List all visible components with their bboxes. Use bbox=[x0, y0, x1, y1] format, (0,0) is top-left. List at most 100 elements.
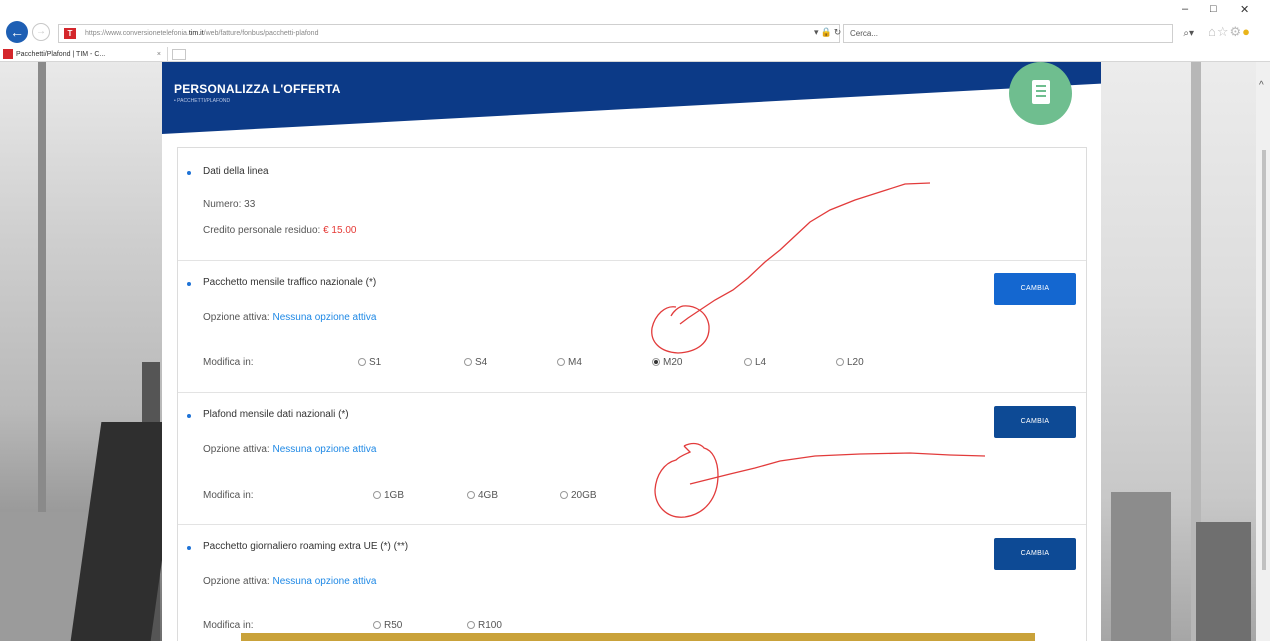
lock-icon[interactable]: 🔒 bbox=[821, 27, 834, 37]
credito-value: € 15.00 bbox=[323, 225, 357, 236]
numero-value: 33 bbox=[244, 199, 256, 210]
radio-label: L20 bbox=[847, 357, 864, 368]
section-title: Plafond mensile dati nazionali (*) bbox=[203, 409, 349, 420]
roaming-section: Pacchetto giornaliero roaming extra UE (… bbox=[178, 525, 1086, 643]
numero-label: Numero: bbox=[203, 199, 242, 210]
active-option: Opzione attiva: Nessuna opzione attiva bbox=[203, 576, 376, 587]
section-title: Pacchetto mensile traffico nazionale (*) bbox=[203, 277, 377, 288]
national-data-section: Plafond mensile dati nazionali (*) CAMBI… bbox=[178, 393, 1086, 525]
bullet-icon bbox=[187, 546, 191, 550]
radio-m4[interactable]: M4 bbox=[557, 357, 582, 368]
bullet-icon bbox=[187, 171, 191, 175]
tab-close-icon[interactable]: × bbox=[157, 47, 161, 62]
star-icon[interactable]: ☆ bbox=[1217, 24, 1230, 39]
active-label: Opzione attiva: bbox=[203, 576, 270, 587]
radio-m20[interactable]: M20 bbox=[652, 357, 682, 368]
address-icons[interactable]: ▾🔒↻ bbox=[814, 27, 843, 38]
breadcrumb[interactable]: • PACCHETTI/PLAFOND bbox=[174, 98, 230, 104]
radio-label: M4 bbox=[568, 357, 582, 368]
line-credit: Credito personale residuo: € 15.00 bbox=[203, 225, 356, 236]
radio-l20[interactable]: L20 bbox=[836, 357, 864, 368]
radio-icon[interactable] bbox=[560, 491, 568, 499]
active-label: Opzione attiva: bbox=[203, 444, 270, 455]
radio-icon[interactable] bbox=[836, 358, 844, 366]
tim-favicon-icon: T bbox=[64, 28, 76, 39]
section-title: Dati della linea bbox=[203, 166, 269, 177]
offer-panel: Dati della linea Numero: 33 Credito pers… bbox=[177, 147, 1087, 641]
url-path: /web/fatture/fonbus/pacchetti-plafond bbox=[203, 30, 319, 37]
scroll-up-icon[interactable]: ^ bbox=[1259, 80, 1264, 91]
radio-s4[interactable]: S4 bbox=[464, 357, 487, 368]
radio-label: S1 bbox=[369, 357, 382, 368]
forward-arrow-icon[interactable]: → bbox=[32, 23, 50, 41]
radio-label: R50 bbox=[384, 620, 403, 631]
radio-label: 4GB bbox=[478, 490, 499, 501]
bullet-icon bbox=[187, 414, 191, 418]
line-number: Numero: 33 bbox=[203, 199, 255, 210]
scrollbar-thumb[interactable] bbox=[1262, 150, 1266, 570]
radio-icon[interactable] bbox=[467, 491, 475, 499]
radio-4gb[interactable]: 4GB bbox=[467, 490, 498, 501]
header-band bbox=[162, 62, 1101, 134]
minimize-button[interactable]: – bbox=[1182, 3, 1188, 15]
radio-label: S4 bbox=[475, 357, 488, 368]
tab-title: Pacchetti/Plafond | TIM - C... bbox=[16, 51, 106, 58]
maximize-button[interactable]: □ bbox=[1210, 3, 1217, 15]
radio-l4[interactable]: L4 bbox=[744, 357, 766, 368]
active-label: Opzione attiva: bbox=[203, 312, 270, 323]
radio-icon[interactable] bbox=[464, 358, 472, 366]
radio-label: L4 bbox=[755, 357, 767, 368]
search-icon[interactable]: ⌕▾ bbox=[1183, 25, 1194, 42]
active-value[interactable]: Nessuna opzione attiva bbox=[273, 576, 377, 587]
active-value[interactable]: Nessuna opzione attiva bbox=[273, 312, 377, 323]
radio-icon[interactable] bbox=[467, 621, 475, 629]
radio-1gb[interactable]: 1GB bbox=[373, 490, 404, 501]
refresh-icon[interactable]: ↻ bbox=[834, 27, 844, 37]
radio-icon[interactable] bbox=[744, 358, 752, 366]
document-icon bbox=[1032, 80, 1050, 104]
search-placeholder: Cerca... bbox=[850, 29, 879, 38]
radio-icon[interactable] bbox=[557, 358, 565, 366]
browser-chrome: ← → T https://www.conversionetelefonia.t… bbox=[0, 0, 1270, 62]
toolbar-icons: ⌂☆⚙● bbox=[1208, 24, 1251, 40]
section-title: Pacchetto giornaliero roaming extra UE (… bbox=[203, 541, 409, 552]
url-host: tim.it bbox=[188, 30, 204, 37]
radio-label: 20GB bbox=[571, 490, 597, 501]
search-input[interactable]: Cerca... ⌕▾ bbox=[843, 24, 1194, 43]
url-prefix: https://www.conversionetelefonia. bbox=[85, 30, 189, 37]
radio-label: M20 bbox=[663, 357, 683, 368]
radio-selected-icon[interactable] bbox=[652, 358, 660, 366]
modify-label: Modifica in: bbox=[203, 620, 254, 631]
page-header: PERSONALIZZA L'OFFERTA • PACCHETTI/PLAFO… bbox=[162, 62, 1101, 134]
smiley-icon[interactable]: ● bbox=[1242, 24, 1251, 39]
active-option: Opzione attiva: Nessuna opzione attiva bbox=[203, 312, 376, 323]
radio-r100[interactable]: R100 bbox=[467, 620, 502, 631]
modify-label: Modifica in: bbox=[203, 490, 254, 501]
radio-label: 1GB bbox=[384, 490, 405, 501]
browser-tab[interactable]: Pacchetti/Plafond | TIM - C... × bbox=[0, 47, 168, 62]
radio-20gb[interactable]: 20GB bbox=[560, 490, 597, 501]
cookie-banner-edge bbox=[241, 633, 1035, 641]
bullet-icon bbox=[187, 282, 191, 286]
city-background-right bbox=[1101, 62, 1256, 641]
new-tab-button[interactable] bbox=[172, 49, 186, 60]
radio-label: R100 bbox=[478, 620, 502, 631]
gear-icon[interactable]: ⚙ bbox=[1230, 24, 1243, 39]
cambia-button[interactable]: CAMBIA bbox=[994, 406, 1076, 438]
radio-icon[interactable] bbox=[373, 621, 381, 629]
back-arrow-icon[interactable]: ← bbox=[6, 21, 28, 43]
page-title: PERSONALIZZA L'OFFERTA bbox=[174, 82, 341, 96]
line-data-section: Dati della linea Numero: 33 Credito pers… bbox=[178, 148, 1086, 261]
active-value[interactable]: Nessuna opzione attiva bbox=[273, 444, 377, 455]
close-button[interactable]: ✕ bbox=[1240, 3, 1249, 16]
cambia-button[interactable]: CAMBIA bbox=[994, 273, 1076, 305]
address-bar[interactable]: T https://www.conversionetelefonia.tim.i… bbox=[58, 24, 840, 43]
cambia-button[interactable]: CAMBIA bbox=[994, 538, 1076, 570]
radio-icon[interactable] bbox=[358, 358, 366, 366]
national-traffic-section: Pacchetto mensile traffico nazionale (*)… bbox=[178, 261, 1086, 393]
radio-icon[interactable] bbox=[373, 491, 381, 499]
radio-s1[interactable]: S1 bbox=[358, 357, 381, 368]
radio-r50[interactable]: R50 bbox=[373, 620, 402, 631]
home-icon[interactable]: ⌂ bbox=[1208, 24, 1217, 39]
active-option: Opzione attiva: Nessuna opzione attiva bbox=[203, 444, 376, 455]
